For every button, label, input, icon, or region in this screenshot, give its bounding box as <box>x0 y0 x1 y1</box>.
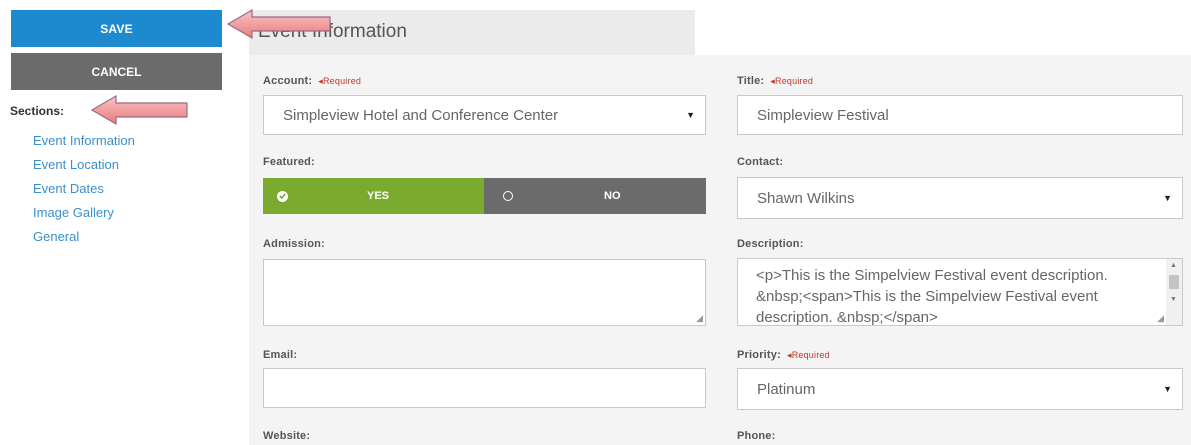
featured-label: Featured: <box>263 156 315 168</box>
contact-select[interactable]: Shawn Wilkins ▼ <box>737 177 1183 219</box>
title-label: Title: ◂Required <box>737 75 814 87</box>
save-button[interactable]: SAVE <box>11 10 222 47</box>
description-textarea[interactable]: <p>This is the Simpelview Festival event… <box>737 258 1183 326</box>
required-indicator: ◂Required <box>770 76 814 86</box>
dropdown-arrow-icon: ▼ <box>686 110 695 120</box>
check-circle-icon <box>277 190 288 202</box>
title-input[interactable]: Simpleview Festival <box>737 95 1183 135</box>
featured-toggle: YES NO <box>263 178 706 214</box>
section-link-image-gallery[interactable]: Image Gallery <box>33 204 135 228</box>
section-link-general[interactable]: General <box>33 228 135 252</box>
section-link-event-location[interactable]: Event Location <box>33 156 135 180</box>
section-link-event-information[interactable]: Event Information <box>33 132 135 156</box>
section-link-event-dates[interactable]: Event Dates <box>33 180 135 204</box>
phone-label: Phone: <box>737 430 776 442</box>
account-label: Account: ◂Required <box>263 75 362 87</box>
scroll-thumb[interactable] <box>1169 275 1179 289</box>
resize-grip-icon[interactable]: ◢ <box>696 314 703 323</box>
scroll-up-arrow-icon[interactable]: ▲ <box>1170 262 1177 269</box>
required-indicator: ◂Required <box>318 76 362 86</box>
description-scrollbar[interactable]: ▲ ▼ <box>1166 259 1182 325</box>
featured-yes-option[interactable]: YES <box>263 178 484 214</box>
annotation-arrow-sections <box>90 94 188 126</box>
sections-label: Sections: <box>10 104 65 118</box>
admission-label: Admission: <box>263 238 325 250</box>
website-label: Website: <box>263 430 311 442</box>
account-select[interactable]: Simpleview Hotel and Conference Center ▼ <box>263 95 706 135</box>
admission-textarea[interactable]: ◢ <box>263 259 706 326</box>
priority-select[interactable]: Platinum ▼ <box>737 368 1183 410</box>
featured-no-option[interactable]: NO <box>484 178 706 214</box>
contact-label: Contact: <box>737 156 784 168</box>
radio-circle-icon <box>503 191 513 201</box>
email-label: Email: <box>263 349 298 361</box>
sections-list: Event Information Event Location Event D… <box>33 132 135 252</box>
scroll-down-arrow-icon[interactable]: ▼ <box>1170 296 1177 303</box>
email-input[interactable] <box>263 368 706 408</box>
required-indicator: ◂Required <box>786 350 830 360</box>
dropdown-arrow-icon: ▼ <box>1163 193 1172 203</box>
resize-grip-icon[interactable]: ◢ <box>1157 314 1164 323</box>
description-label: Description: <box>737 238 804 250</box>
annotation-arrow-save <box>226 8 331 40</box>
cancel-button[interactable]: CANCEL <box>11 53 222 90</box>
priority-label: Priority: ◂Required <box>737 349 830 361</box>
dropdown-arrow-icon: ▼ <box>1163 384 1172 394</box>
